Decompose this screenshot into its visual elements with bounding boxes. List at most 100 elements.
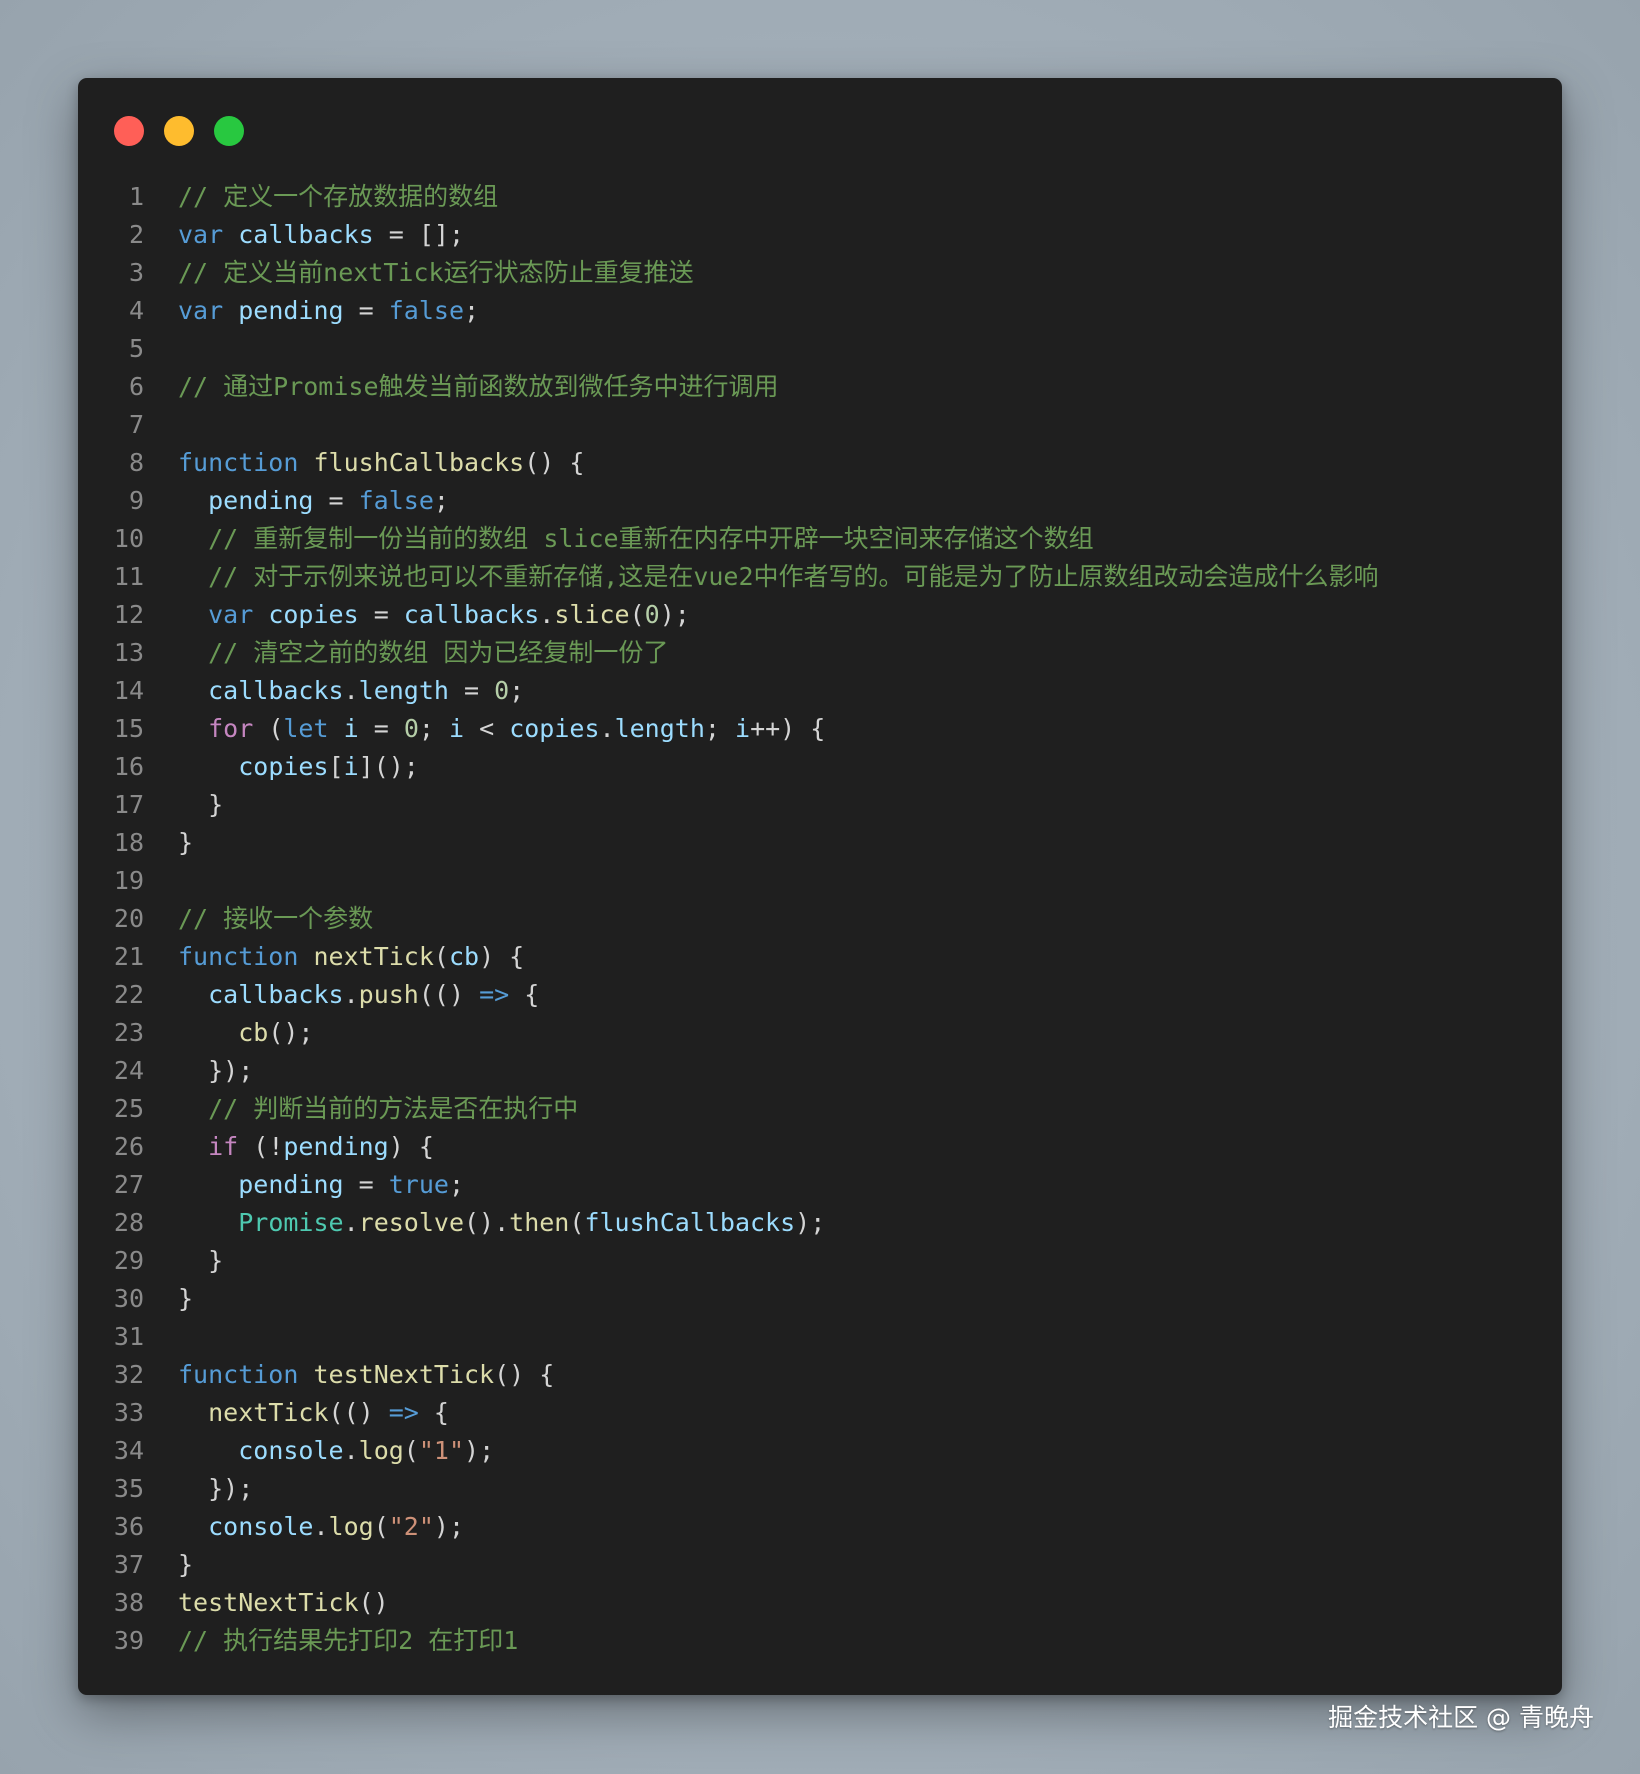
code-line: 33 nextTick(() => {: [78, 1394, 1562, 1432]
code-line: 16 copies[i]();: [78, 748, 1562, 786]
code-token: .: [599, 714, 615, 743]
code-block: 1// 定义一个存放数据的数组 2 var callbacks = []; 3// 定…: [78, 178, 1562, 1660]
code-token: );: [659, 600, 690, 629]
line-source: pending = false;: [144, 482, 449, 520]
code-token: cb: [238, 1018, 269, 1047]
code-line: 13 // 清空之前的数组 因为已经复制一份了: [78, 634, 1562, 672]
code-token: for: [208, 714, 254, 743]
code-token: }: [178, 828, 194, 857]
code-token: =: [343, 1170, 389, 1199]
code-line: 36 console.log("2");: [78, 1508, 1562, 1546]
line-source: function flushCallbacks() {: [144, 444, 584, 482]
code-token: }: [178, 1246, 224, 1275]
code-token: false: [358, 486, 434, 515]
code-line: 12 var copies = callbacks.slice(0);: [78, 596, 1562, 634]
code-token: callbacks: [208, 980, 344, 1009]
code-token: (: [569, 1208, 585, 1237]
code-token: (!: [238, 1132, 284, 1161]
code-token: false: [388, 296, 464, 325]
line-number: 22: [113, 980, 144, 1009]
code-token: cb: [448, 942, 480, 971]
code-token: callbacks: [238, 220, 374, 249]
code-token: pending: [283, 1132, 389, 1161]
code-token: (): [358, 1588, 389, 1617]
code-token: (: [373, 1512, 389, 1541]
code-token: .: [539, 600, 555, 629]
code-line: 9 pending = false;: [78, 482, 1562, 520]
line-number: 17: [113, 790, 144, 819]
code-token: i: [343, 752, 359, 781]
code-token: "2": [388, 1512, 434, 1541]
code-token: );: [464, 1436, 495, 1465]
code-token: (: [403, 1436, 419, 1465]
code-token: i: [448, 714, 465, 743]
code-token: ]();: [358, 752, 419, 781]
code-token: var: [178, 296, 224, 325]
code-token: .: [343, 1208, 359, 1237]
code-token: slice: [554, 600, 630, 629]
code-token: pending: [208, 486, 314, 515]
line-source: [144, 862, 178, 900]
line-source: [144, 406, 178, 444]
code-token: console: [238, 1436, 344, 1465]
code-token: i: [343, 714, 359, 743]
line-number: 8: [128, 448, 144, 477]
line-number: 26: [113, 1132, 144, 1161]
code-token: log: [328, 1512, 374, 1541]
line-number: 20: [113, 904, 144, 933]
line-number: 33: [113, 1398, 144, 1427]
line-source: // 接收一个参数: [144, 900, 373, 938]
line-number: 27: [113, 1170, 144, 1199]
code-token: function: [178, 942, 299, 971]
code-token: ().: [464, 1208, 510, 1237]
line-number: 13: [113, 638, 144, 667]
line-number: 5: [128, 334, 144, 363]
code-line: 28 Promise.resolve().then(flushCallbacks…: [78, 1204, 1562, 1242]
line-number: 36: [113, 1512, 144, 1541]
code-token: // 执行结果先打印2 在打印1: [178, 1626, 519, 1655]
code-token: (: [433, 942, 449, 971]
line-number: 28: [113, 1208, 144, 1237]
code-token: 0: [494, 676, 510, 705]
code-token: pending: [238, 1170, 344, 1199]
code-token: nextTick: [313, 942, 434, 971]
code-token: ;: [433, 486, 449, 515]
code-token: callbacks: [403, 600, 540, 629]
code-token: ;: [448, 1170, 465, 1199]
close-dot-icon[interactable]: [114, 116, 144, 146]
line-number: 4: [128, 296, 144, 325]
code-token: ((): [328, 1398, 389, 1427]
code-token: }: [178, 1284, 194, 1313]
maximize-dot-icon[interactable]: [214, 116, 244, 146]
line-source: testNextTick(): [144, 1584, 389, 1622]
code-token: // 定义一个存放数据的数组: [178, 182, 499, 211]
code-token: function: [178, 448, 299, 477]
line-source: // 定义一个存放数据的数组: [144, 178, 498, 216]
code-token: ) {: [479, 942, 525, 971]
code-token: 0: [644, 600, 660, 629]
line-number: 30: [113, 1284, 144, 1313]
line-source: // 通过Promise触发当前函数放到微任务中进行调用: [144, 368, 779, 406]
line-source: }: [144, 786, 223, 824]
code-line: 26 if (!pending) {: [78, 1128, 1562, 1166]
code-token: // 判断当前的方法是否在执行中: [208, 1094, 579, 1123]
line-number: 3: [128, 258, 144, 287]
code-line: 29 }: [78, 1242, 1562, 1280]
minimize-dot-icon[interactable]: [164, 116, 194, 146]
line-source: }: [144, 1280, 193, 1318]
code-token: length: [614, 714, 705, 743]
code-line: 8 function flushCallbacks() {: [78, 444, 1562, 482]
line-source: [144, 330, 178, 368]
code-token: // 定义当前nextTick运行状态防止重复推送: [178, 258, 694, 287]
code-line: 31: [78, 1318, 1562, 1356]
code-line: 10 // 重新复制一份当前的数组 slice重新在内存中开辟一块空间来存储这个…: [78, 520, 1562, 558]
code-token: flushCallbacks: [584, 1208, 796, 1237]
code-token: );: [433, 1512, 465, 1541]
line-source: [144, 1318, 178, 1356]
code-line: 34 console.log("1");: [78, 1432, 1562, 1470]
